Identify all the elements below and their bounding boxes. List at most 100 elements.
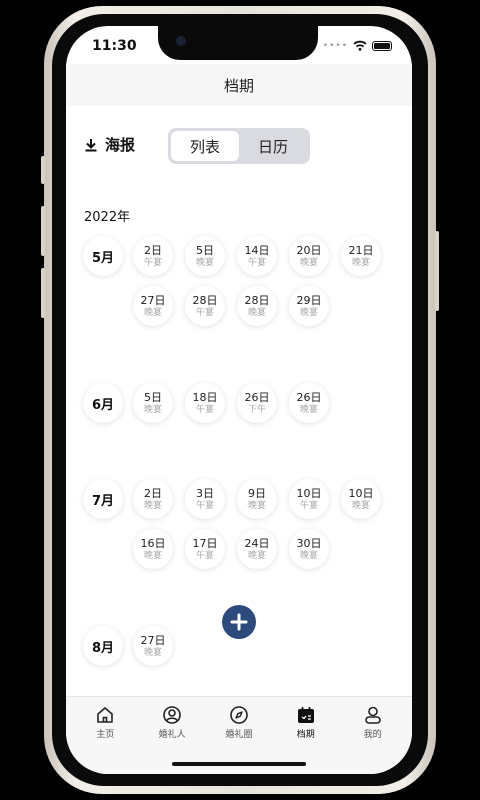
date-bubble[interactable]: 5日 晚宴 — [133, 383, 173, 423]
date-slot: 晚宴 — [143, 647, 162, 658]
date-day: 2日 — [144, 243, 162, 257]
tab-wedding-people-label: 婚礼人 — [158, 730, 186, 740]
date-bubble[interactable]: 21日 晚宴 — [341, 236, 381, 276]
date-day: 9日 — [248, 486, 266, 500]
date-day: 29日 — [296, 293, 322, 307]
date-bubble[interactable]: 26日 下午 — [237, 383, 277, 423]
date-day: 30日 — [296, 536, 322, 550]
date-slot: 午宴 — [247, 257, 266, 268]
date-bubble[interactable]: 20日 晚宴 — [289, 236, 329, 276]
date-slot: 午宴 — [195, 500, 214, 511]
home-indicator — [172, 762, 306, 766]
date-bubble[interactable]: 14日 午宴 — [237, 236, 277, 276]
month-label: 8月 — [83, 626, 123, 666]
date-slot: 晚宴 — [351, 500, 370, 511]
download-icon — [85, 138, 97, 151]
date-bubble[interactable]: 26日 晚宴 — [289, 383, 329, 423]
wifi-icon — [353, 40, 367, 51]
tab-home-label: 主页 — [96, 730, 115, 740]
date-bubble[interactable]: 29日 晚宴 — [289, 286, 329, 326]
date-bubble[interactable]: 2日 晚宴 — [133, 479, 173, 519]
date-day: 27日 — [140, 293, 166, 307]
tab-mine[interactable]: 我的 — [343, 705, 403, 740]
date-day: 10日 — [348, 486, 374, 500]
date-bubble[interactable]: 30日 晚宴 — [289, 529, 329, 569]
date-slot: 晚宴 — [143, 550, 162, 561]
notch — [158, 26, 318, 60]
date-slot: 晚宴 — [351, 257, 370, 268]
date-slot: 晚宴 — [299, 257, 318, 268]
date-bubble[interactable]: 28日 晚宴 — [237, 286, 277, 326]
date-day: 27日 — [140, 633, 166, 647]
date-day: 28日 — [244, 293, 270, 307]
status-time: 11:30 — [92, 38, 137, 54]
person-circle-icon — [163, 706, 181, 724]
date-slot: 午宴 — [143, 257, 162, 268]
tab-calendar[interactable]: 日历 — [239, 131, 307, 161]
date-bubble[interactable]: 27日 晚宴 — [133, 626, 173, 666]
app-screen: 11:30 •••• 档期 海报 列表 日历 2022年 5月 2日 午宴 5日 晚宴 1… — [66, 26, 412, 774]
month-label: 5月 — [83, 236, 123, 276]
poster-download-button[interactable]: 海报 — [84, 134, 135, 155]
date-slot: 晚宴 — [299, 550, 318, 561]
profile-icon — [364, 706, 381, 724]
date-day: 26日 — [244, 390, 270, 404]
date-slot: 晚宴 — [247, 307, 266, 318]
power-button — [435, 231, 439, 311]
date-bubble[interactable]: 2日 午宴 — [133, 236, 173, 276]
date-bubble[interactable]: 18日 午宴 — [185, 383, 225, 423]
year-label: 2022年 — [84, 210, 131, 225]
home-icon — [97, 707, 114, 723]
date-slot: 下午 — [247, 404, 266, 415]
date-bubble[interactable]: 16日 晚宴 — [133, 529, 173, 569]
tab-home[interactable]: 主页 — [75, 705, 135, 740]
date-bubble[interactable]: 10日 晚宴 — [341, 479, 381, 519]
date-slot: 晚宴 — [247, 500, 266, 511]
date-slot: 晚宴 — [143, 307, 162, 318]
add-schedule-button[interactable] — [222, 605, 256, 639]
date-bubble[interactable]: 24日 晚宴 — [237, 529, 277, 569]
action-button — [41, 156, 45, 184]
date-day: 14日 — [244, 243, 270, 257]
date-slot: 午宴 — [195, 307, 214, 318]
tab-list[interactable]: 列表 — [171, 131, 239, 161]
date-slot: 午宴 — [299, 500, 318, 511]
date-bubble[interactable]: 3日 午宴 — [185, 479, 225, 519]
tab-schedule[interactable]: 档期 — [276, 705, 336, 740]
tab-wedding-circle[interactable]: 婚礼圈 — [209, 705, 269, 740]
date-bubble[interactable]: 17日 午宴 — [185, 529, 225, 569]
status-icons: •••• — [323, 40, 392, 51]
poster-label: 海报 — [105, 136, 136, 154]
month-label: 6月 — [83, 383, 123, 423]
plus-icon — [230, 613, 248, 631]
date-day: 17日 — [192, 536, 218, 550]
nav-header: 档期 — [66, 64, 412, 106]
page-title: 档期 — [223, 76, 254, 95]
date-list: 2日 晚宴 3日 午宴 9日 晚宴 10日 午宴 10日 晚宴 16日 晚宴 17日 午宴 24日 晚宴 30日… — [133, 479, 403, 569]
date-bubble[interactable]: 9日 晚宴 — [237, 479, 277, 519]
tab-wedding-circle-label: 婚礼圈 — [225, 730, 253, 740]
tab-wedding-people[interactable]: 婚礼人 — [142, 705, 202, 740]
date-day: 28日 — [192, 293, 218, 307]
date-day: 16日 — [140, 536, 166, 550]
date-list: 2日 午宴 5日 晚宴 14日 午宴 20日 晚宴 21日 晚宴 27日 晚宴 28日 午宴 28日 晚宴 29… — [133, 236, 403, 326]
volume-down-button — [41, 268, 45, 318]
date-day: 3日 — [196, 486, 214, 500]
date-day: 10日 — [296, 486, 322, 500]
date-slot: 午宴 — [195, 550, 214, 561]
date-bubble[interactable]: 5日 晚宴 — [185, 236, 225, 276]
date-day: 18日 — [192, 390, 218, 404]
date-bubble[interactable]: 28日 午宴 — [185, 286, 225, 326]
volume-up-button — [41, 206, 45, 256]
date-bubble[interactable]: 27日 晚宴 — [133, 286, 173, 326]
date-slot: 晚宴 — [299, 404, 318, 415]
calendar-icon — [297, 707, 314, 723]
date-slot: 午宴 — [195, 404, 214, 415]
date-bubble[interactable]: 10日 午宴 — [289, 479, 329, 519]
date-day: 5日 — [196, 243, 214, 257]
signal-dots: •••• — [322, 40, 348, 51]
date-day: 2日 — [144, 486, 162, 500]
date-slot: 晚宴 — [247, 550, 266, 561]
date-day: 24日 — [244, 536, 270, 550]
compass-icon — [230, 706, 248, 724]
